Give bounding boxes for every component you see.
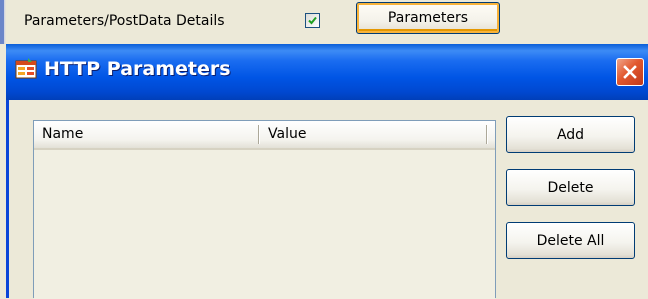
dialog-titlebar[interactable]: HTTP Parameters [6,44,648,100]
close-icon [623,65,637,79]
parameters-button[interactable]: Parameters [356,2,500,34]
close-button[interactable] [616,58,644,86]
delete-all-button[interactable]: Delete All [506,222,635,259]
http-parameters-dialog: HTTP Parameters Name Value Add Delete De… [6,44,648,299]
details-label: Parameters/PostData Details [24,13,225,29]
details-checkbox[interactable] [305,13,320,28]
dialog-title: HTTP Parameters [44,58,231,80]
list-header: Name Value [34,121,495,150]
window-edge [0,0,6,44]
dialog-body: Name Value Add Delete Delete All [9,100,648,299]
column-divider[interactable] [486,125,488,144]
column-header-name[interactable]: Name [34,121,260,148]
column-header-value[interactable]: Value [260,121,488,148]
add-button[interactable]: Add [506,116,635,153]
background-window-toolbar: Parameters/PostData Details Parameters [0,0,648,44]
parameters-list[interactable]: Name Value [33,120,496,299]
checkmark-icon [308,16,317,25]
delete-button[interactable]: Delete [506,169,635,206]
table-app-icon [15,58,37,79]
list-rows[interactable] [34,150,495,299]
